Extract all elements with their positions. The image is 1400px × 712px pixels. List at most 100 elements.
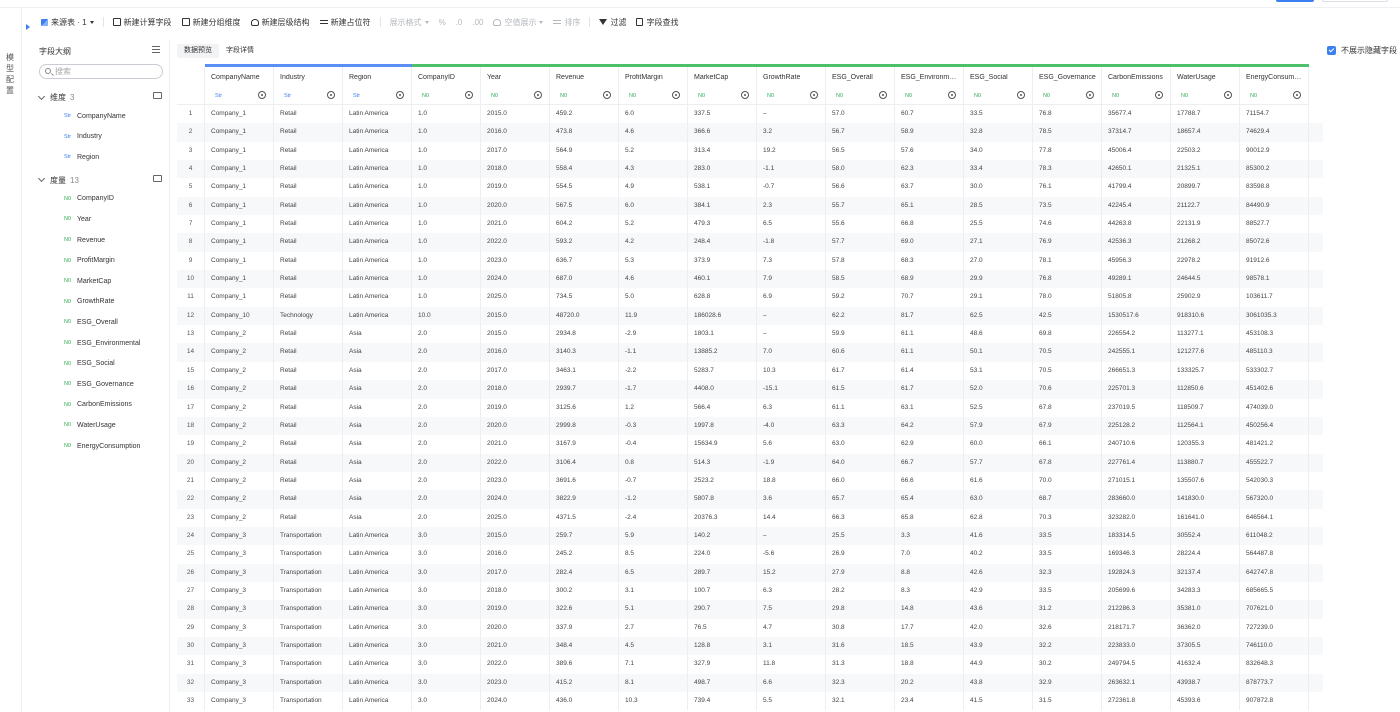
hide-fields-toggle[interactable]: 不展示隐藏字段 [1327,45,1397,56]
table-row[interactable]: 23 Company_2 Retail Asia 2.0 2025.0 4371.5 -2.4… [177,508,1323,527]
table-row[interactable]: 31 Company_3 Transportation Latin America 3.… [177,655,1323,674]
gear-icon[interactable] [741,91,749,99]
column-header[interactable]: ESG_Social N0 [964,67,1033,105]
field-item[interactable]: Str CompanyName [64,110,126,122]
table-row[interactable]: 32 Company_3 Transportation Latin America 3.… [177,673,1323,692]
toolbar-button-6[interactable]: .0 [451,14,468,30]
table-row[interactable]: 27 Company_3 Transportation Latin America 3.… [177,581,1323,601]
model-config-label[interactable]: 模型配置 [6,52,16,96]
gear-icon[interactable] [1017,91,1025,99]
column-header[interactable]: Region Str [343,67,412,105]
table-row[interactable]: 12 Company_10 Technology Latin America 10.0 2… [177,306,1323,326]
table-row[interactable]: 2 Company_1 Retail Latin America 1.0 2016.0 47… [177,123,1323,142]
number-type-icon[interactable]: N0 [1112,93,1119,99]
toolbar-button-0[interactable]: 新建计算字段 [108,14,177,30]
string-type-icon[interactable]: Str [284,93,291,99]
table-row[interactable]: 6 Company_1 Retail Latin America 1.0 2020.0 56… [177,196,1323,216]
table-row[interactable]: 33 Company_3 Transportation Latin America 3.… [177,692,1323,711]
column-header[interactable]: Revenue N0 [550,67,619,105]
string-type-icon[interactable]: Str [215,93,222,99]
column-header[interactable]: CompanyName Str [205,67,274,105]
column-header[interactable]: GrowthRate N0 [757,67,826,105]
field-item[interactable]: N0 CompanyID [64,193,114,205]
chevron-down-icon[interactable] [37,175,46,183]
add-folder-icon[interactable] [153,92,162,99]
number-type-icon[interactable]: N0 [491,93,498,99]
table-row[interactable]: 17 Company_2 Retail Asia 2.0 2019.0 3125.6 1.2 5… [177,398,1323,417]
table-row[interactable]: 24 Company_3 Transportation Latin America 3.… [177,526,1323,546]
field-search-input[interactable]: 搜索 [39,64,163,79]
gear-icon[interactable] [1224,91,1232,99]
table-row[interactable]: 22 Company_2 Retail Asia 2.0 2024.0 3822.9 -1.2… [177,490,1323,509]
table-row[interactable]: 10 Company_1 Retail Latin America 1.0 2024.0 6… [177,270,1323,289]
toolbar-button-8[interactable]: 空值展示 [488,14,548,30]
gear-icon[interactable] [258,91,266,99]
string-type-icon[interactable]: Str [353,93,360,99]
number-type-icon[interactable]: N0 [629,93,636,99]
field-item[interactable]: N0 ESG_Governance [64,378,134,390]
field-item[interactable]: N0 ESG_Overall [64,316,118,328]
number-type-icon[interactable]: N0 [698,93,705,99]
number-type-icon[interactable]: N0 [836,93,843,99]
toolbar-button-5[interactable]: % [434,14,451,30]
field-item[interactable]: N0 Revenue [64,234,105,246]
table-row[interactable]: 19 Company_2 Retail Asia 2.0 2021.0 3167.9 -0.4… [177,435,1323,454]
group-dimensions[interactable]: 维度 3 [37,92,162,103]
table-row[interactable]: 3 Company_1 Retail Latin America 1.0 2017.0 56… [177,141,1323,161]
toolbar-button-7[interactable]: .00 [467,14,488,30]
gear-icon[interactable] [465,91,473,99]
column-header[interactable]: ProfitMargin N0 [619,67,688,105]
table-row[interactable]: 26 Company_3 Transportation Latin America 3.… [177,563,1323,582]
field-item[interactable]: Str Region [64,151,99,163]
gear-icon[interactable] [603,91,611,99]
table-row[interactable]: 29 Company_3 Transportation Latin America 3.… [177,618,1323,637]
number-type-icon[interactable]: N0 [974,93,981,99]
group-measures[interactable]: 度量 13 [37,174,162,186]
model-config-rail[interactable]: 模型配置 [0,8,22,712]
table-row[interactable]: 8 Company_1 Retail Latin America 1.0 2022.0 59… [177,233,1323,252]
table-row[interactable]: 30 Company_3 Transportation Latin America 3.… [177,636,1323,656]
gear-icon[interactable] [948,91,956,99]
chevron-down-icon[interactable] [37,92,46,100]
table-row[interactable]: 28 Company_3 Transportation Latin America 3.… [177,600,1323,619]
table-row[interactable]: 16 Company_2 Retail Asia 2.0 2018.0 2939.7 -1.7… [177,380,1323,399]
field-item[interactable]: N0 Year [64,213,91,225]
toolbar-button-11[interactable]: 字段查找 [631,14,683,30]
gear-icon[interactable] [810,91,818,99]
table-row[interactable]: 25 Company_3 Transportation Latin America 3.… [177,545,1323,564]
toolbar-button-3[interactable]: 新建占位符 [315,14,376,30]
toolbar-button-9[interactable]: 排序 [548,14,585,30]
table-row[interactable]: 13 Company_2 Retail Asia 2.0 2015.0 2934.8 -2.9… [177,325,1323,344]
column-header[interactable]: ESG_Governance N0 [1033,67,1102,105]
column-header[interactable]: CompanyID N0 [412,67,481,105]
gear-icon[interactable] [534,91,542,99]
top-primary-button[interactable] [1276,0,1314,2]
top-secondary-button[interactable] [1322,0,1388,2]
add-folder-icon[interactable] [153,174,162,182]
column-header[interactable]: ESG_Overall N0 [826,67,895,105]
number-type-icon[interactable]: N0 [1043,93,1050,99]
tab-field-details[interactable]: 字段详情 [219,44,261,58]
column-header[interactable]: ESG_Environmental N0 [895,67,964,105]
toolbar-button-2[interactable]: 新建层级结构 [246,14,315,30]
number-type-icon[interactable]: N0 [905,93,912,99]
column-header[interactable]: Year N0 [481,67,550,105]
table-row[interactable]: 4 Company_1 Retail Latin America 1.0 2018.0 55… [177,160,1323,179]
number-type-icon[interactable]: N0 [767,93,774,99]
gear-icon[interactable] [396,91,404,99]
field-item[interactable]: N0 WaterUsage [64,419,116,431]
table-row[interactable]: 14 Company_2 Retail Asia 2.0 2016.0 3140.3 -1.1… [177,343,1323,362]
field-item[interactable]: N0 CarbonEmissions [64,399,132,411]
field-item[interactable]: Str Industry [64,131,102,143]
column-header[interactable]: Industry Str [274,67,343,105]
column-header[interactable]: CarbonEmissions N0 [1102,67,1171,105]
table-row[interactable]: 5 Company_1 Retail Latin America 1.0 2019.0 55… [177,178,1323,197]
source-table-selector[interactable]: 来源表 · 1 [36,14,99,30]
field-item[interactable]: N0 MarketCap [64,275,111,287]
gear-icon[interactable] [1155,91,1163,99]
table-row[interactable]: 11 Company_1 Retail Latin America 1.0 2025.0 7… [177,288,1323,307]
number-type-icon[interactable]: N0 [560,93,567,99]
toolbar-button-10[interactable]: 过滤 [594,14,631,30]
column-header[interactable]: WaterUsage N0 [1171,67,1240,105]
field-item[interactable]: N0 GrowthRate [64,296,114,308]
